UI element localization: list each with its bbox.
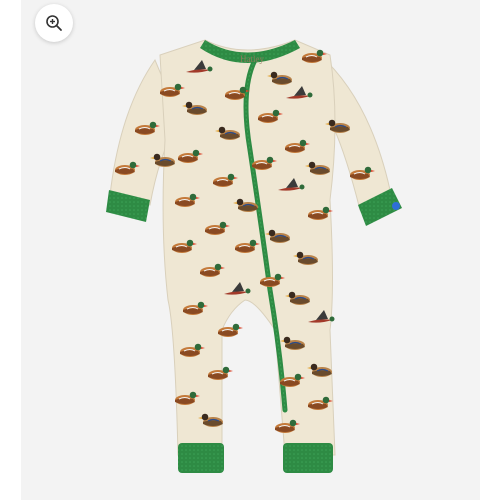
brand-badge-icon	[392, 202, 400, 210]
product-image-viewer: Hatley	[0, 0, 500, 500]
brand-label: Hatley	[240, 54, 264, 64]
product-image[interactable]: Hatley	[0, 0, 500, 500]
right-ankle-cuff	[283, 443, 333, 473]
left-ankle-cuff	[178, 443, 224, 473]
